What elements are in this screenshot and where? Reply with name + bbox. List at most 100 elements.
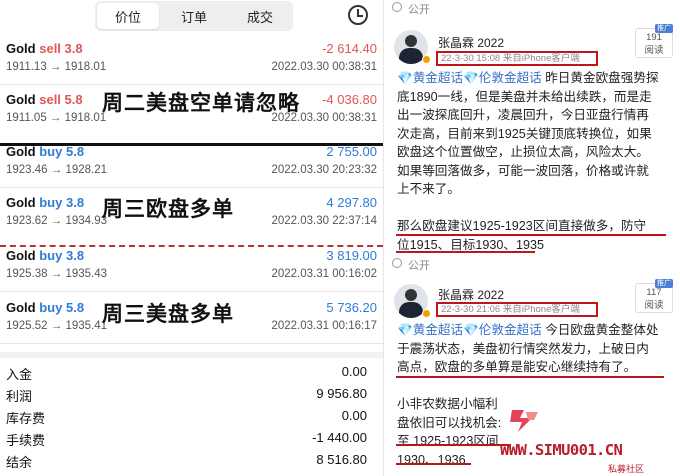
globe-icon [392,2,402,12]
trade-time: 2022.03.30 22:37:14 [271,215,377,227]
gem-icon: 💎 [463,323,479,337]
annotation-wednesday-eu-longs: 周三欧盘多单 [102,196,234,221]
post-line: 底1890一线，但是美盘并未给出续跌，而是走 [397,89,671,108]
trade-volume: 3.8 [65,195,85,210]
author-name[interactable]: 张晶霖 2022 [438,34,504,51]
topic-link[interactable]: 黄金超话 [413,71,463,85]
trade-volume: 5.8 [65,144,85,159]
trade-title: Gold buy 5.8 [6,144,84,159]
trade-action: buy [39,144,63,159]
post-line: 次走高，目前来到1925关键顶底转换位，如果 [397,126,671,145]
highlight-underline [396,376,664,378]
watermark-url: WWW.SIMU001.CN [500,441,623,459]
trade-row[interactable]: Gold buy 5.8 2 755.00 1923.46 → 1928.21 202… [0,141,383,183]
visibility-label: 公开 [408,260,430,272]
post-text: 位1915、目标1930、1935 [397,237,545,252]
post-text: 次走高，目前来到1925关键顶底转换位，如果 [397,126,652,141]
promote-badge-icon: 推广 [655,279,673,288]
read-count-label: 阅读 [644,300,664,311]
trade-time: 2022.03.30 00:38:31 [271,61,377,73]
topic-link[interactable]: 伦敦金超话 [479,323,542,337]
trade-prices: 1925.38 → 1935.43 [6,268,108,280]
watermark-sub: 私募社区 [608,464,645,474]
trade-action: buy [39,300,63,315]
tab-price[interactable]: 价位 [97,3,159,29]
summary-row: 结余 8 516.80 [0,449,383,471]
trade-volume: 5.8 [65,300,85,315]
post-text: 上不来了。 [397,182,460,196]
summary-row: 利润 9 956.80 [0,383,383,405]
annotation-underline [0,143,383,146]
gem-icon: 💎 [397,323,413,337]
trade-prices: 1925.52 → 1935.41 [6,320,108,332]
simu-logo-icon [510,410,538,432]
trade-history-panel: 价位 订单 成交 Gold sell 3.8 -2 614.40 1911.13 →… [0,0,383,476]
read-count: 推广 117 阅读 [635,279,673,313]
annotation-dashed-divider [0,245,383,247]
post-line: 欧盘这个位置做空，止损位太高，风险太大。 [397,144,671,163]
post-line: 上不来了。 [397,181,671,200]
post-line: 如果等回落做多，可能一波回落，价格或许就 [397,163,671,182]
trade-volume: 3.8 [65,248,85,263]
post-body: 💎黄金超话💎伦敦金超话 昨日黄金欧盘强势探 底1890一线，但是美盘并未给出续跌，… [397,70,671,255]
row-divider [0,291,383,292]
summary-row: 手续费 -1 440.00 [0,427,383,449]
gem-icon: 💎 [463,71,479,85]
post-text: 欧盘这个位置做空，止损位太高，风险太大。 [397,145,649,159]
summary-divider [0,352,383,358]
trade-title: Gold buy 3.8 [6,248,84,263]
post-meta: 22-3-30 15:08 来自iPhone客户端 [436,51,598,66]
trade-symbol: Gold [6,195,36,210]
tab-bar: 价位 订单 成交 [95,1,293,31]
post-line [397,378,671,397]
trade-time: 2022.03.31 00:16:17 [271,320,377,332]
trade-row[interactable]: Gold sell 3.8 -2 614.40 1911.13 → 1918.01 2… [0,38,383,80]
gem-icon: 💎 [397,71,413,85]
trade-action: buy [39,248,63,263]
trade-title: Gold sell 5.8 [6,92,83,107]
annotation-wednesday-us-longs: 周三美盘多单 [102,301,234,326]
trade-action: buy [39,195,63,210]
verified-badge-icon [422,309,431,318]
trade-symbol: Gold [6,92,36,107]
summary-label: 入金 [6,367,33,382]
post-meta: 22-3-30 21:06 来自iPhone客户端 [436,302,598,317]
watermark: WWW.SIMU001.CN 私募社区 [498,401,680,476]
author-name[interactable]: 张晶霖 2022 [438,286,504,303]
trade-row[interactable]: Gold buy 3.8 3 819.00 1925.38 → 1935.43 202… [0,245,383,287]
post-text: 盘依旧可以找机会: [397,415,502,430]
topic-link[interactable]: 伦敦金超话 [479,71,542,85]
trade-action: sell [39,92,61,107]
summary-value: 0.00 [341,364,367,379]
row-divider [0,84,383,85]
post-line: 💎黄金超话💎伦敦金超话 昨日黄金欧盘强势探 [397,70,671,89]
trade-prices: 1923.46 → 1928.21 [6,164,108,176]
summary-row: 库存费 0.00 [0,405,383,427]
tab-deals[interactable]: 成交 [229,3,291,29]
post-line [397,200,671,219]
post-line: 💎黄金超话💎伦敦金超话 今日欧盘黄金整体处 [397,322,671,341]
trade-symbol: Gold [6,300,36,315]
read-count: 推广 191 阅读 [635,24,673,58]
tab-orders[interactable]: 订单 [163,3,225,29]
summary-value: 9 956.80 [316,386,367,401]
highlight-underline [396,234,666,236]
topic-link[interactable]: 黄金超话 [413,323,463,337]
globe-icon [392,258,402,268]
post-text: 底1890一线，但是美盘并未给出续跌，而是走 [397,89,652,104]
clock-icon[interactable] [348,5,368,25]
trade-action: sell [39,41,61,56]
trade-volume: 3.8 [64,41,83,56]
post-text: 于震荡状态，美盘初行情突然发力，上破日内 [397,341,649,356]
highlight-underline [396,444,511,446]
row-divider [0,343,383,344]
trade-profit: 5 736.20 [326,300,377,315]
summary-value: 0.00 [341,408,367,423]
summary-row: 入金 0.00 [0,361,383,383]
trade-prices: 1911.13 → 1918.01 [6,61,107,73]
trade-symbol: Gold [6,144,36,159]
summary-value: -1 440.00 [312,430,367,445]
trade-profit: 4 297.80 [326,195,377,210]
verified-badge-icon [422,55,431,64]
visibility-header: 公开 [384,256,680,274]
